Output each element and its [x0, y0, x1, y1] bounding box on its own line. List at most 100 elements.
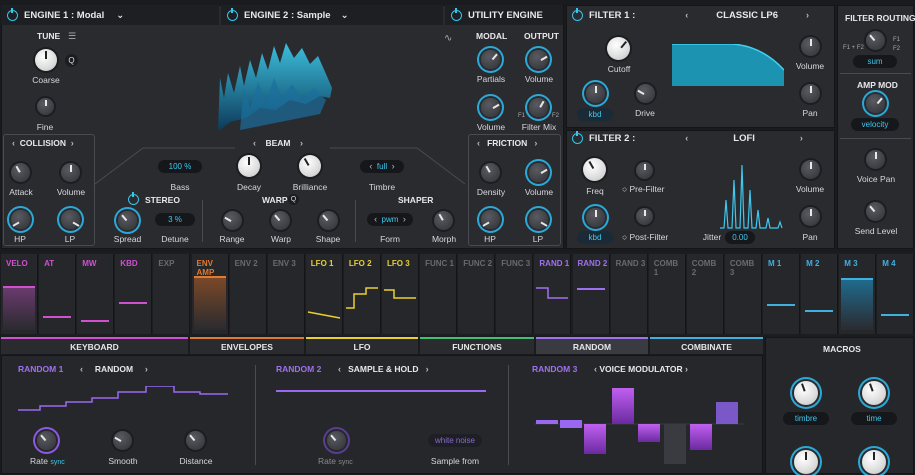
mod-source-tile[interactable]: ENV AMP [191, 254, 229, 334]
postfilter-toggle[interactable]: ○ Post-Filter [622, 232, 668, 242]
chevron-down-icon[interactable]: ⌄ [116, 10, 124, 21]
next-filter-arrow[interactable]: › [800, 133, 803, 143]
prev-filter-arrow[interactable]: ‹ [685, 10, 688, 20]
power-icon[interactable] [227, 7, 238, 21]
mod-source-tile[interactable]: M 4 [877, 254, 915, 334]
warp-q-button[interactable]: Q [288, 194, 299, 205]
collision-hp-knob[interactable] [11, 210, 30, 229]
wave-icon[interactable]: ∿ [444, 33, 452, 44]
mod-source-tile[interactable]: FUNC 2 [458, 254, 496, 334]
mod-source-tile[interactable]: ENV 3 [267, 254, 305, 334]
warp-knob[interactable] [271, 211, 290, 230]
mod-source-tile[interactable]: AT [39, 254, 77, 334]
brilliance-knob[interactable] [299, 155, 321, 177]
friction-volume-knob[interactable] [529, 163, 548, 182]
mod-source-tile[interactable]: LFO 1 [305, 254, 343, 334]
shape-knob[interactable] [319, 211, 338, 230]
macro2-value[interactable]: time [851, 412, 897, 425]
cutoff-knob[interactable] [607, 37, 630, 60]
send-level-knob[interactable] [866, 202, 885, 221]
mod-source-tile[interactable]: VELO [1, 254, 39, 334]
tab-random[interactable]: RANDOM [536, 337, 648, 354]
freq-knob[interactable] [583, 158, 606, 181]
jitter-value[interactable]: 0.00 [725, 231, 755, 244]
engine1-header[interactable]: ENGINE 1 : Modal ⌄ [1, 5, 219, 25]
voice-pan-knob[interactable] [866, 150, 885, 169]
mod-source-tile[interactable]: RAND 1 [534, 254, 572, 334]
utility-header[interactable]: UTILITY ENGINE [445, 5, 563, 25]
routing-mode[interactable]: sum [853, 55, 897, 68]
filter1-header[interactable]: FILTER 1 : ‹ CLASSIC LP6 › [566, 5, 835, 25]
mod-source-tile[interactable]: COMB 3 [724, 254, 762, 334]
power-icon[interactable] [572, 130, 583, 144]
bass-value[interactable]: 100 % [158, 160, 202, 173]
distance-knob[interactable] [186, 431, 205, 450]
attack-knob[interactable] [11, 163, 30, 182]
density-knob[interactable] [481, 163, 500, 182]
mod-source-tile[interactable]: KBD [115, 254, 153, 334]
output-volume-knob[interactable] [529, 50, 548, 69]
random2-type-selector[interactable]: ‹ SAMPLE & HOLD › [338, 364, 429, 374]
random3-type-selector[interactable]: ‹ VOICE MODULATOR › [594, 364, 688, 374]
q-button[interactable]: Q [65, 54, 78, 67]
random1-type-selector[interactable]: ‹ RANDOM › [80, 364, 148, 374]
collision-lp-knob[interactable] [61, 210, 80, 229]
form-selector[interactable]: ‹ pwm › [367, 213, 413, 226]
mod-source-tile[interactable]: RAND 2 [572, 254, 610, 334]
mod-source-tile[interactable]: M 1 [763, 254, 801, 334]
filter2-volume-knob[interactable] [801, 160, 820, 179]
drive-knob[interactable] [636, 84, 655, 103]
mod-source-tile[interactable]: RAND 3 [610, 254, 648, 334]
prefilter-toggle[interactable]: ○ Pre-Filter [622, 184, 664, 194]
range-knob[interactable] [223, 211, 242, 230]
mod-source-tile[interactable]: LFO 2 [343, 254, 381, 334]
postfilter-knob[interactable] [636, 208, 653, 225]
mod-source-tile[interactable]: FUNC 1 [420, 254, 458, 334]
timbre-selector[interactable]: ‹ full › [360, 160, 404, 173]
collision-selector[interactable]: ‹ COLLISION › [12, 138, 74, 148]
amp-mod-knob[interactable] [866, 94, 885, 113]
filter1-pan-knob[interactable] [801, 84, 820, 103]
prev-filter-arrow[interactable]: ‹ [685, 133, 688, 143]
morph-knob[interactable] [434, 211, 453, 230]
mod-source-tile[interactable]: EXP [153, 254, 191, 334]
tune-settings-icon[interactable]: ☰ [68, 31, 76, 42]
next-filter-arrow[interactable]: › [806, 10, 809, 20]
filter1-kbd-knob[interactable] [586, 84, 605, 103]
mod-source-tile[interactable]: FUNC 3 [496, 254, 534, 334]
macro4-knob[interactable] [862, 450, 886, 474]
tab-lfo[interactable]: LFO [306, 337, 418, 354]
power-icon[interactable] [128, 192, 139, 205]
utility-volume-knob[interactable] [481, 98, 500, 117]
mod-source-tile[interactable]: MW [77, 254, 115, 334]
random2-rate-knob[interactable] [327, 431, 346, 450]
prefilter-knob[interactable] [636, 162, 653, 179]
filter2-kbd-value[interactable]: kbd [577, 231, 613, 244]
friction-lp-knob[interactable] [529, 210, 548, 229]
macro2-knob[interactable] [862, 381, 886, 405]
filter2-kbd-knob[interactable] [586, 208, 605, 227]
sample-from-value[interactable]: white noise [428, 434, 482, 447]
filter-mix-knob[interactable] [529, 98, 548, 117]
engine2-header[interactable]: ENGINE 2 : Sample ⌄ [221, 5, 443, 25]
tab-combinate[interactable]: COMBINATE [650, 337, 763, 354]
mod-source-tile[interactable]: LFO 3 [382, 254, 420, 334]
tab-envelopes[interactable]: ENVELOPES [190, 337, 304, 354]
macro3-knob[interactable] [794, 450, 818, 474]
decay-knob[interactable] [238, 155, 260, 177]
power-icon[interactable] [572, 7, 583, 21]
tab-keyboard[interactable]: KEYBOARD [1, 337, 188, 354]
mod-source-tile[interactable]: COMB 1 [648, 254, 686, 334]
spread-knob[interactable] [118, 211, 137, 230]
filter1-volume-knob[interactable] [801, 37, 820, 56]
routing-knob[interactable] [866, 31, 885, 50]
chevron-down-icon[interactable]: ⌄ [341, 10, 349, 21]
detune-value[interactable]: 3 % [155, 213, 195, 226]
amp-mod-value[interactable]: velocity [851, 118, 899, 131]
random1-rate-knob[interactable] [37, 431, 56, 450]
filter1-kbd-value[interactable]: kbd [577, 108, 613, 121]
filter2-pan-knob[interactable] [801, 207, 820, 226]
fine-knob[interactable] [37, 98, 54, 115]
tab-functions[interactable]: FUNCTIONS [420, 337, 534, 354]
power-icon[interactable] [451, 7, 462, 21]
